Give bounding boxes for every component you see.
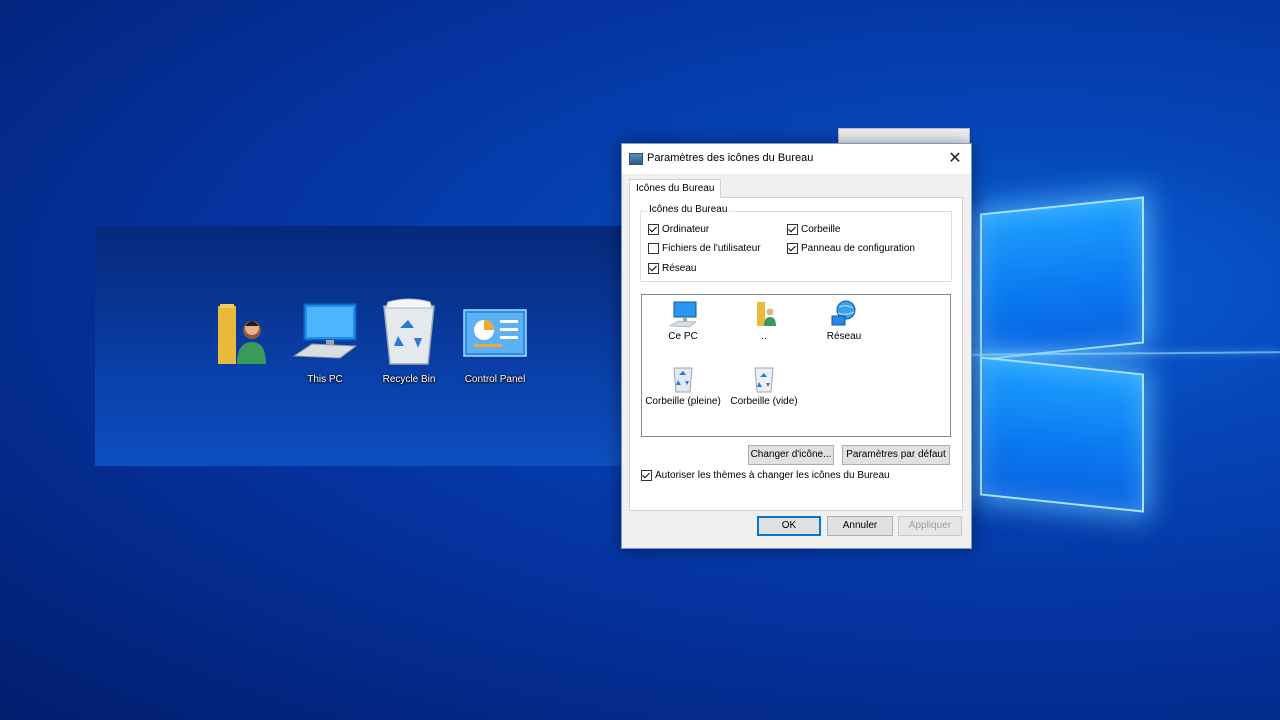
close-icon: ✕ xyxy=(948,150,962,167)
checkbox-box[interactable] xyxy=(648,263,659,274)
desktop-icons-group: Icônes du Bureau Ordinateur Corbeille Fi… xyxy=(640,204,952,282)
title-bar[interactable]: Paramètres des icônes du Bureau ✕ xyxy=(622,144,971,174)
checkbox-label: Corbeille xyxy=(801,224,841,235)
list-item-ce-pc[interactable]: Ce PC xyxy=(643,299,723,342)
checkbox-label: Autoriser les thèmes à changer les icône… xyxy=(655,470,890,481)
list-item-corbeille-pleine[interactable]: Corbeille (pleine) xyxy=(643,364,723,407)
computer-icon xyxy=(290,298,360,368)
checkbox-reseau[interactable]: Réseau xyxy=(648,263,696,274)
checkbox-corbeille[interactable]: Corbeille xyxy=(787,224,840,235)
dialog-app-icon xyxy=(629,153,643,165)
tab-desktop-icons[interactable]: Icônes du Bureau xyxy=(629,179,722,198)
checkbox-fichiers-utilisateur[interactable]: Fichiers de l'utilisateur xyxy=(648,243,761,254)
close-button[interactable]: ✕ xyxy=(939,144,971,174)
recycle-bin-full-icon xyxy=(668,364,698,394)
checkbox-label: Ordinateur xyxy=(662,224,710,235)
dialog-title: Paramètres des icônes du Bureau xyxy=(647,152,814,164)
desktop-icon-settings-dialog: Paramètres des icônes du Bureau ✕ Icônes… xyxy=(621,143,972,549)
desktop-icon-this-pc[interactable]: This PC xyxy=(285,298,365,385)
apply-button[interactable]: Appliquer xyxy=(898,516,962,536)
change-icon-button[interactable]: Changer d'icône... xyxy=(748,445,834,465)
list-item-user-files[interactable]: .. xyxy=(724,299,804,342)
list-item-corbeille-vide[interactable]: Corbeille (vide) xyxy=(724,364,804,407)
user-folder-icon xyxy=(200,298,270,368)
control-panel-icon xyxy=(460,298,530,368)
desktop-icon-user-folder[interactable] xyxy=(195,298,275,374)
checkbox-panneau-configuration[interactable]: Panneau de configuration xyxy=(787,243,915,254)
list-item-label: Corbeille (vide) xyxy=(730,396,798,407)
recycle-bin-icon xyxy=(374,298,444,368)
checkbox-box[interactable] xyxy=(641,470,652,481)
network-icon xyxy=(829,299,859,329)
computer-icon xyxy=(668,299,698,329)
logo-pane-top-left xyxy=(980,196,1144,361)
list-item-label: Corbeille (pleine) xyxy=(645,396,721,407)
checkbox-label: Panneau de configuration xyxy=(801,243,915,254)
checkbox-label: Réseau xyxy=(662,263,697,274)
tab-panel: Icônes du Bureau Ordinateur Corbeille Fi… xyxy=(629,197,963,511)
checkbox-box[interactable] xyxy=(787,224,798,235)
desktop-icon-label: Recycle Bin xyxy=(382,374,436,385)
restore-default-button[interactable]: Paramètres par défaut xyxy=(842,445,950,465)
icon-list-view[interactable]: Ce PC .. Réseau Corbeille (pleine) Corbe… xyxy=(641,294,951,437)
user-folder-icon xyxy=(749,299,779,329)
list-item-reseau[interactable]: Réseau xyxy=(804,299,884,342)
checkbox-box[interactable] xyxy=(787,243,798,254)
ok-button[interactable]: OK xyxy=(757,516,821,536)
desktop-preview: This PC Recycle Bin Control Panel xyxy=(95,226,625,466)
logo-pane-bottom-left xyxy=(980,356,1144,513)
checkbox-allow-themes[interactable]: Autoriser les thèmes à changer les icône… xyxy=(641,470,890,481)
list-item-label: Réseau xyxy=(826,331,862,342)
desktop-icon-label: Control Panel xyxy=(464,374,526,385)
list-item-label: .. xyxy=(761,331,767,342)
desktop-icon-control-panel[interactable]: Control Panel xyxy=(455,298,535,385)
checkbox-ordinateur[interactable]: Ordinateur xyxy=(648,224,709,235)
checkbox-label: Fichiers de l'utilisateur xyxy=(662,243,761,254)
checkbox-box[interactable] xyxy=(648,224,659,235)
desktop-icon-label: This PC xyxy=(307,374,343,385)
group-label: Icônes du Bureau xyxy=(647,204,730,215)
list-item-label: Ce PC xyxy=(668,331,698,342)
desktop-icon-recycle-bin[interactable]: Recycle Bin xyxy=(369,298,449,385)
recycle-bin-empty-icon xyxy=(749,364,779,394)
cancel-button[interactable]: Annuler xyxy=(827,516,893,536)
checkbox-box[interactable] xyxy=(648,243,659,254)
